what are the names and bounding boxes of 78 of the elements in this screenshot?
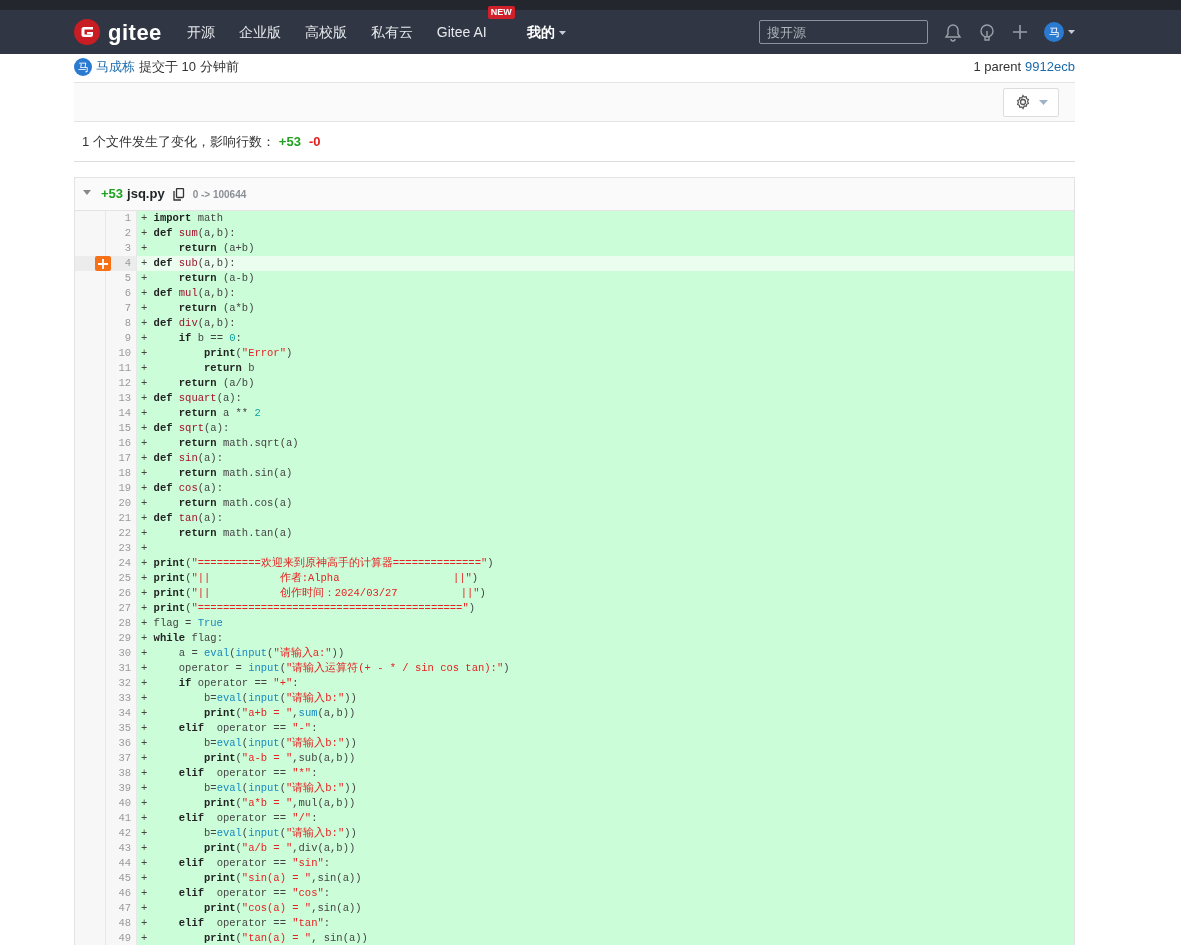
line-number: 11 bbox=[106, 361, 137, 376]
nav-link[interactable]: 我的 bbox=[525, 21, 567, 43]
line-number: 35 bbox=[106, 721, 137, 736]
line-number: 49 bbox=[106, 931, 137, 945]
file-added-count: +53 bbox=[101, 185, 124, 204]
line-number: 31 bbox=[106, 661, 137, 676]
caret-icon bbox=[558, 30, 566, 35]
line-number: 32 bbox=[106, 676, 137, 691]
line-number: 14 bbox=[106, 406, 137, 421]
line-number: 40 bbox=[106, 796, 137, 811]
caret-icon bbox=[1038, 99, 1048, 105]
line-number: 44 bbox=[106, 856, 137, 871]
line-number: 30 bbox=[106, 646, 137, 661]
author-link[interactable]: 马成栋 bbox=[96, 57, 135, 77]
line-number: 33 bbox=[106, 691, 137, 706]
line-number: 34 bbox=[106, 706, 137, 721]
settings-button[interactable] bbox=[1003, 87, 1059, 117]
line-number: 5 bbox=[106, 271, 137, 286]
line-number: 9 bbox=[106, 331, 137, 346]
line-number: 27 bbox=[106, 601, 137, 616]
add-comment-button[interactable] bbox=[95, 256, 111, 271]
plus-icon[interactable] bbox=[1012, 24, 1028, 40]
line-number: 25 bbox=[106, 571, 137, 586]
line-number: 8 bbox=[106, 316, 137, 331]
line-number: 18 bbox=[106, 466, 137, 481]
parent-label: 1 parent bbox=[973, 58, 1022, 77]
line-number: 43 bbox=[106, 841, 137, 856]
line-number: 24 bbox=[106, 556, 137, 571]
line-number: 1 bbox=[106, 211, 137, 226]
lightbulb-icon[interactable] bbox=[978, 22, 996, 42]
logo-icon[interactable] bbox=[74, 19, 100, 45]
line-number: 23 bbox=[106, 541, 137, 556]
nav-link[interactable]: 高校版 bbox=[303, 21, 348, 43]
plus-icon bbox=[98, 258, 108, 269]
line-number: 29 bbox=[106, 631, 137, 646]
line-number: 26 bbox=[106, 586, 137, 601]
line-number: 20 bbox=[106, 496, 137, 511]
commit-time: 提交于 10 分钟前 bbox=[139, 58, 239, 77]
file-mode: 0 -> 100644 bbox=[192, 187, 247, 202]
line-number: 22 bbox=[106, 526, 137, 541]
line-number: 21 bbox=[106, 511, 137, 526]
line-number: 16 bbox=[106, 436, 137, 451]
line-number: 28 bbox=[106, 616, 137, 631]
summary-text: 1 个文件发生了变化，影响行数： bbox=[82, 132, 275, 151]
line-number: 15 bbox=[106, 421, 137, 436]
nav-link[interactable]: 企业版 bbox=[237, 21, 282, 43]
line-number: 37 bbox=[106, 751, 137, 766]
settings-icon bbox=[1014, 94, 1031, 110]
search-field[interactable]: 搜开源 bbox=[759, 20, 928, 44]
line-number: 12 bbox=[106, 376, 137, 391]
added-count: +53 bbox=[278, 132, 301, 151]
line-number: 46 bbox=[106, 886, 137, 901]
line-number: 47 bbox=[106, 901, 137, 916]
line-number: 10 bbox=[106, 346, 137, 361]
line-number: 42 bbox=[106, 826, 137, 841]
line-number: 41 bbox=[106, 811, 137, 826]
file-name[interactable]: jsq.py bbox=[127, 184, 165, 204]
logo-text[interactable]: gitee bbox=[108, 15, 162, 49]
line-number: 6 bbox=[106, 286, 137, 301]
author-avatar[interactable]: 马 bbox=[74, 58, 92, 76]
parent-link[interactable]: 9912ecb bbox=[1025, 57, 1075, 77]
caret-icon bbox=[1068, 30, 1075, 34]
line-number: 38 bbox=[106, 766, 137, 781]
copy-icon[interactable] bbox=[172, 187, 185, 201]
line-number: 7 bbox=[106, 301, 137, 316]
line-number: 36 bbox=[106, 736, 137, 751]
bell-icon[interactable] bbox=[944, 22, 962, 42]
line-number: 2 bbox=[106, 226, 137, 241]
line-number: 48 bbox=[106, 916, 137, 931]
line-number: 39 bbox=[106, 781, 137, 796]
line-number: 17 bbox=[106, 451, 137, 466]
line-number: 45 bbox=[106, 871, 137, 886]
line-number: 19 bbox=[106, 481, 137, 496]
nav-link[interactable]: 私有云 bbox=[369, 21, 414, 43]
line-number: 13 bbox=[106, 391, 137, 406]
removed-count: -0 bbox=[308, 132, 321, 151]
nav-link[interactable]: 开源 bbox=[185, 21, 216, 43]
line-number: 3 bbox=[106, 241, 137, 256]
